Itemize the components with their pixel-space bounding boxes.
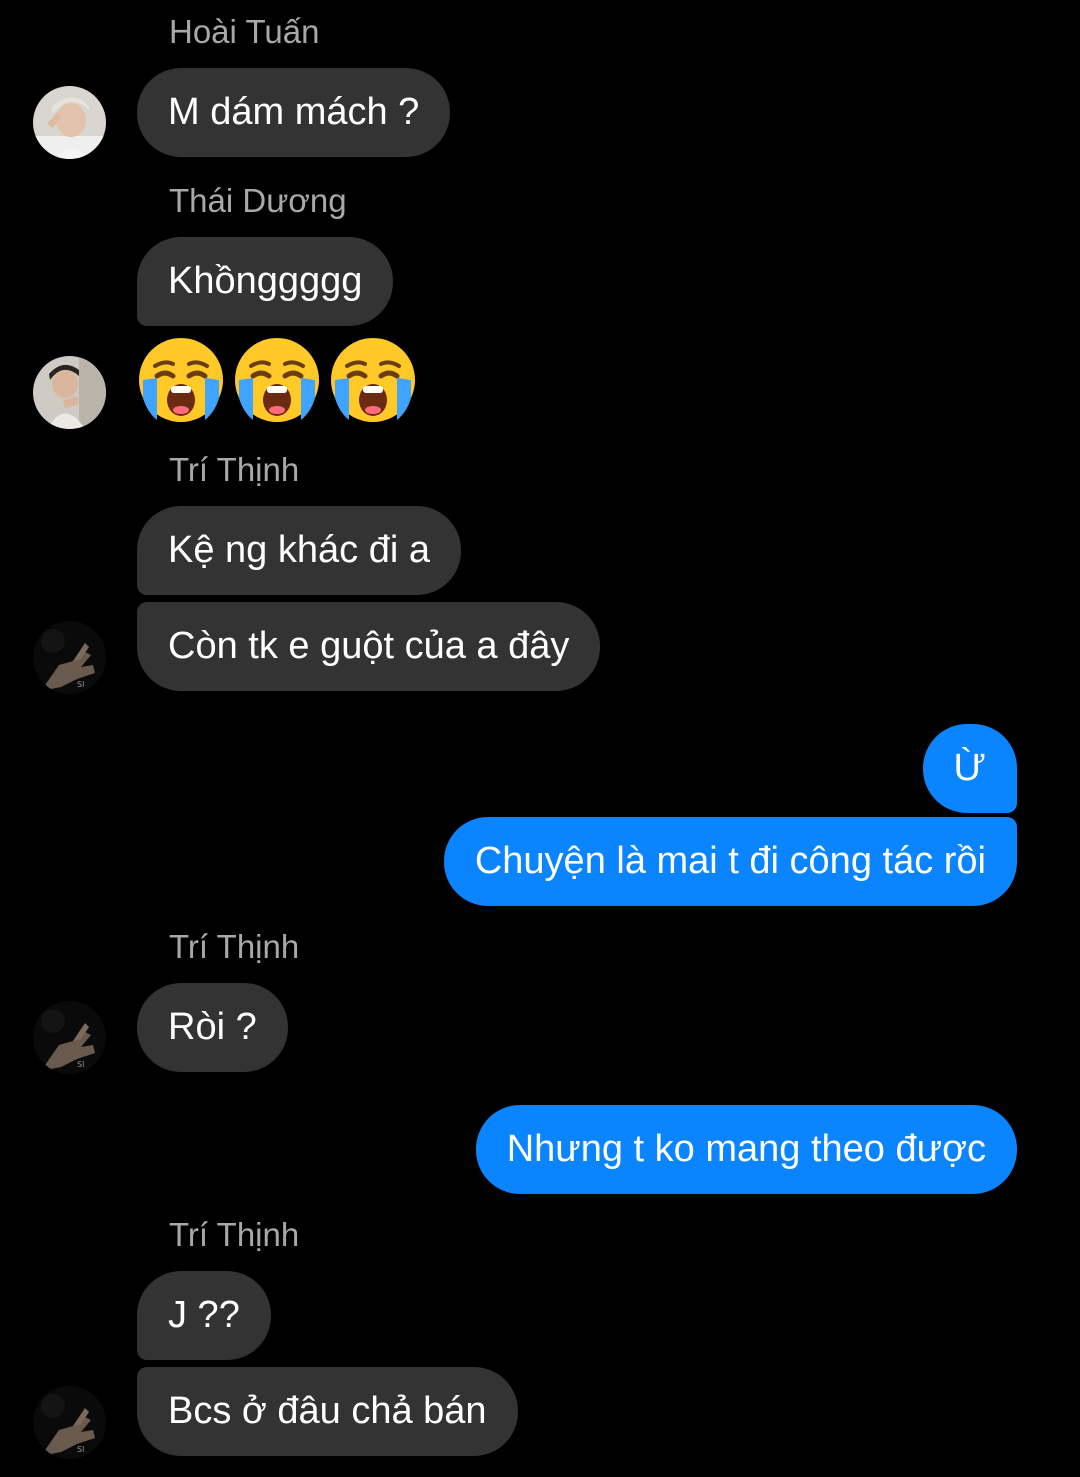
sender-name: Trí Thịnh: [169, 1216, 300, 1253]
emoji-message[interactable]: [137, 336, 417, 424]
outgoing-message[interactable]: Chuyện là mai t đi công tác rồi: [443, 817, 1017, 906]
sender-name: Trí Thịnh: [169, 451, 300, 488]
incoming-message[interactable]: Bcs ở đâu chả bán: [137, 1367, 518, 1456]
loudly-crying-face-icon: [137, 336, 225, 424]
incoming-message[interactable]: J ??: [137, 1271, 271, 1360]
sender-name: Trí Thịnh: [169, 928, 300, 965]
loudly-crying-face-icon: [233, 336, 321, 424]
chat-thread[interactable]: Hoài Tuấn M dám mách ? Thái Dương Khồngg…: [0, 0, 1080, 1477]
avatar-tri-thinh[interactable]: Sl: [33, 1386, 106, 1459]
outgoing-message[interactable]: Ừ: [922, 724, 1017, 813]
svg-text:Sl: Sl: [77, 1445, 84, 1454]
loudly-crying-face-icon: [329, 336, 417, 424]
svg-text:Sl: Sl: [77, 680, 84, 689]
incoming-message[interactable]: Ròi ?: [137, 983, 288, 1072]
incoming-message[interactable]: Kệ ng khác đi a: [137, 506, 461, 595]
avatar-tri-thinh[interactable]: Sl: [33, 621, 106, 694]
svg-text:Sl: Sl: [77, 1060, 84, 1069]
incoming-message[interactable]: Khồnggggg: [137, 237, 394, 326]
incoming-message[interactable]: Còn tk e guột của a đây: [137, 602, 601, 691]
avatar-tri-thinh[interactable]: Sl: [33, 1001, 106, 1074]
incoming-message[interactable]: M dám mách ?: [137, 68, 451, 157]
sender-name: Hoài Tuấn: [169, 13, 320, 50]
sender-name: Thái Dương: [169, 182, 347, 219]
avatar-hoai-tuan[interactable]: [33, 86, 106, 159]
outgoing-message[interactable]: Nhưng t ko mang theo được: [475, 1105, 1017, 1194]
avatar-thai-duong[interactable]: [33, 356, 106, 429]
